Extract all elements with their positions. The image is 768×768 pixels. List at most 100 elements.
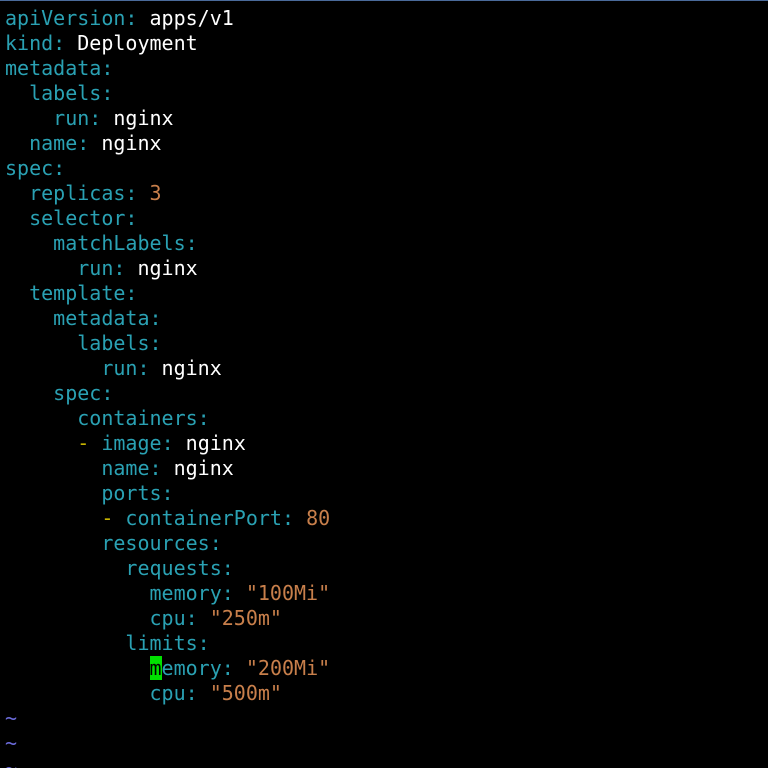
yaml-value: Deployment — [77, 31, 198, 55]
code-line[interactable]: - containerPort: 80 — [5, 506, 330, 531]
yaml-key: run — [101, 356, 138, 380]
yaml-value: nginx — [137, 256, 198, 280]
yaml-key: spec — [5, 156, 54, 180]
yaml-colon: : — [101, 56, 114, 80]
yaml-colon: : — [185, 231, 198, 255]
yaml-value: apps/v1 — [149, 6, 234, 30]
yaml-colon: : — [281, 506, 295, 530]
yaml-colon: : — [125, 181, 138, 205]
yaml-key: name — [29, 131, 78, 155]
yaml-text-buffer[interactable]: apiVersion: apps/v1 kind: Deployment metad… — [5, 6, 330, 768]
text-cursor: m — [149, 656, 162, 680]
yaml-key: containers — [77, 406, 198, 430]
code-line[interactable]: metadata: — [5, 56, 330, 81]
code-line[interactable]: name: nginx — [5, 456, 330, 481]
code-line[interactable]: ports: — [5, 481, 330, 506]
yaml-colon: : — [125, 6, 138, 30]
yaml-colon: : — [197, 406, 210, 430]
yaml-key: metadata — [53, 306, 150, 330]
yaml-colon: : — [197, 631, 210, 655]
code-line[interactable]: spec: — [5, 381, 330, 406]
yaml-key: memory — [149, 581, 222, 605]
code-line[interactable]: run: nginx — [5, 106, 330, 131]
yaml-key: apiVersion — [5, 6, 126, 30]
yaml-value: "100Mi" — [245, 581, 331, 605]
yaml-colon: : — [53, 156, 66, 180]
sequence-dash: - — [101, 506, 126, 530]
yaml-colon: : — [149, 456, 162, 480]
yaml-colon: : — [89, 106, 102, 130]
vim-editor-window[interactable]: apiVersion: apps/v1 kind: Deployment metad… — [0, 0, 768, 768]
code-line[interactable]: memory: "100Mi" — [5, 581, 331, 606]
yaml-colon: : — [113, 256, 126, 280]
yaml-key: requests — [125, 556, 222, 580]
yaml-value: 80 — [306, 506, 331, 530]
yaml-colon: : — [53, 31, 66, 55]
code-line[interactable]: template: — [5, 281, 330, 306]
code-line[interactable]: - image: nginx — [5, 431, 330, 456]
empty-line-marker: ~ — [5, 731, 18, 755]
yaml-value: nginx — [173, 456, 234, 480]
yaml-key: metadata — [5, 56, 102, 80]
yaml-colon: : — [149, 306, 162, 330]
yaml-colon: : — [77, 131, 90, 155]
code-line[interactable]: cpu: "500m" — [5, 681, 330, 706]
code-line[interactable]: limits: — [5, 631, 330, 656]
code-line[interactable]: cpu: "250m" — [5, 606, 330, 631]
code-line[interactable]: labels: — [5, 81, 330, 106]
yaml-colon: : — [149, 331, 162, 355]
code-line[interactable]: matchLabels: — [5, 231, 330, 256]
code-line[interactable]: run: nginx — [5, 356, 330, 381]
code-line[interactable]: resources: — [5, 531, 330, 556]
yaml-colon: : — [185, 606, 198, 630]
sequence-dash: - — [77, 431, 102, 455]
yaml-value: nginx — [185, 431, 246, 455]
yaml-key: cpu — [149, 606, 186, 630]
yaml-value: "200Mi" — [245, 656, 331, 680]
code-line[interactable]: labels: — [5, 331, 330, 356]
yaml-key: kind — [5, 31, 54, 55]
code-line[interactable]: run: nginx — [5, 256, 330, 281]
empty-line-marker: ~ — [5, 706, 18, 730]
code-line[interactable]: kind: Deployment — [5, 31, 330, 56]
code-line[interactable]: containers: — [5, 406, 330, 431]
yaml-key: replicas — [29, 181, 126, 205]
yaml-value: 3 — [149, 181, 162, 205]
yaml-key: matchLabels — [53, 231, 186, 255]
yaml-key: memory — [149, 656, 222, 680]
code-line[interactable]: name: nginx — [5, 131, 330, 156]
yaml-colon: : — [101, 381, 114, 405]
yaml-colon: : — [125, 206, 138, 230]
yaml-colon: : — [221, 581, 234, 605]
yaml-colon: : — [137, 356, 150, 380]
code-line[interactable]: spec: — [5, 156, 330, 181]
yaml-key: spec — [53, 381, 102, 405]
code-line[interactable]: metadata: — [5, 306, 330, 331]
yaml-key: ports — [101, 481, 162, 505]
code-line[interactable]: requests: — [5, 556, 330, 581]
yaml-key: template — [29, 281, 126, 305]
yaml-value: nginx — [161, 356, 222, 380]
code-line[interactable]: replicas: 3 — [5, 181, 330, 206]
code-line[interactable]: memory: "200Mi" — [5, 656, 330, 681]
code-line[interactable]: apiVersion: apps/v1 — [5, 6, 330, 31]
yaml-key: cpu — [149, 681, 186, 705]
code-line[interactable]: selector: — [5, 206, 330, 231]
yaml-key: limits — [125, 631, 198, 655]
yaml-colon: : — [161, 481, 174, 505]
